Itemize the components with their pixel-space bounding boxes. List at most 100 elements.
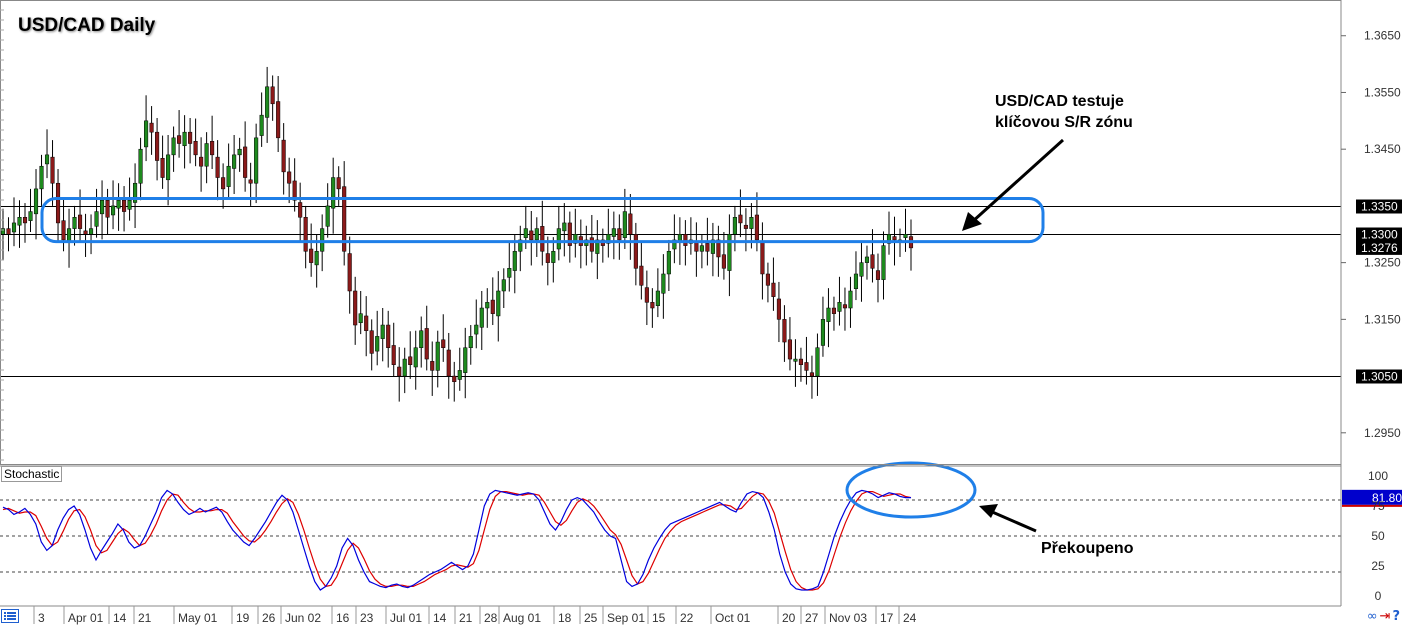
candle-body <box>347 253 352 292</box>
candle-body <box>798 358 803 365</box>
candle-body <box>413 347 418 368</box>
candle-body <box>859 262 864 277</box>
time-tick-label: 23 <box>360 611 374 625</box>
candle-body <box>639 265 644 286</box>
candle-body <box>793 358 798 362</box>
candle-body <box>787 339 792 360</box>
candle-body <box>243 146 248 178</box>
time-tick-label: 14 <box>113 611 127 625</box>
time-tick-label: Aug 01 <box>503 611 541 625</box>
candle-body <box>452 375 457 383</box>
candle-body <box>160 158 165 178</box>
candle-body <box>408 356 413 365</box>
bottom-right-icons: ∞ ⇥? <box>1365 609 1400 624</box>
candle-body <box>650 302 655 309</box>
candle-body <box>699 245 704 252</box>
candle-body <box>72 217 77 229</box>
time-tick-label: 26 <box>262 611 276 625</box>
price-tick-label: 1.3550 <box>1364 85 1401 99</box>
candle-body <box>77 214 83 229</box>
candle-body <box>633 234 638 269</box>
candle-body <box>721 254 726 269</box>
help-question-icon[interactable]: ? <box>1392 609 1400 624</box>
candle-body <box>138 148 143 184</box>
candle-body <box>771 282 776 297</box>
candle-body <box>545 253 550 263</box>
candle-body <box>309 248 314 263</box>
time-tick-label: Jun 02 <box>285 611 321 625</box>
candle-body <box>193 140 198 156</box>
candle-body <box>826 307 831 322</box>
candle-body <box>122 199 127 212</box>
time-tick-label: 15 <box>652 611 666 625</box>
candle-body <box>875 270 881 280</box>
chart: 1.33501.33001.30501.3276 81.80 1.36501.3… <box>0 0 1402 625</box>
candle-body <box>782 319 787 343</box>
back-arrow-icon[interactable]: ⇥ <box>1380 609 1391 624</box>
candle-body <box>424 328 429 360</box>
candle-body <box>809 372 814 377</box>
candle-body <box>815 347 820 377</box>
menu-list-icon[interactable] <box>1 609 19 623</box>
time-tick-label: 3 <box>38 611 45 625</box>
candle-body <box>848 290 853 309</box>
candle-body <box>551 251 556 263</box>
candle-body <box>749 217 754 229</box>
candle-body <box>0 228 6 235</box>
candle-body <box>358 313 363 324</box>
overbought-annotation: Překoupeno <box>1041 540 1134 557</box>
candle-body <box>270 86 275 105</box>
stoch-tick-label: 25 <box>1371 559 1385 573</box>
candle-body <box>182 131 187 147</box>
candle-body <box>776 298 781 320</box>
candle-body <box>17 217 22 226</box>
candle-body <box>402 358 407 377</box>
candle-body <box>705 243 710 252</box>
candle-body <box>149 122 154 133</box>
candle-body <box>386 324 391 348</box>
zone-annotation-line2: klíčovou S/R zónu <box>995 114 1133 131</box>
candle-body <box>683 234 688 246</box>
overbought-ellipse <box>845 461 977 519</box>
candle-body <box>611 228 616 237</box>
candle-body <box>446 349 451 377</box>
stoch-tick-label: 100 <box>1368 469 1388 483</box>
annotation-shapes <box>40 138 1065 533</box>
candle-body <box>881 245 886 280</box>
candle-body <box>105 199 110 218</box>
time-tick-label: Sep 01 <box>607 611 645 625</box>
candle-body <box>259 114 264 136</box>
price-tick-label: 1.2950 <box>1364 426 1401 440</box>
link-icon[interactable]: ∞ <box>1367 609 1378 624</box>
candle-body <box>529 230 534 241</box>
candle-body <box>496 290 501 317</box>
price-tick-label: 1.3650 <box>1364 29 1401 43</box>
time-tick-label: 24 <box>903 611 917 625</box>
time-tick-label: 14 <box>433 611 447 625</box>
candle-body <box>336 177 341 190</box>
stoch-tick-label: 0 <box>1375 589 1382 603</box>
price-tick-label: 1.3450 <box>1364 142 1401 156</box>
candle-body <box>215 156 220 178</box>
candle-body <box>666 251 671 275</box>
candle-body <box>232 154 237 169</box>
time-tick-label: 21 <box>459 611 473 625</box>
candle-body <box>6 228 11 235</box>
stoch-d-line <box>2 491 912 591</box>
zone-annotation-line1: USD/CAD testuje <box>995 93 1124 110</box>
candle-body <box>155 131 160 161</box>
candle-body <box>88 228 94 235</box>
candle-body <box>204 143 209 167</box>
candle-body <box>870 254 875 269</box>
sr-price-tag-label: 1.3050 <box>1361 370 1398 384</box>
candle-body <box>61 220 66 241</box>
candle-body <box>864 256 870 263</box>
candle-body <box>177 135 182 144</box>
time-tick-label: Oct 01 <box>715 611 751 625</box>
candle-body <box>523 228 528 238</box>
candle-body <box>50 156 55 184</box>
time-tick-label: 17 <box>880 611 894 625</box>
candle-body <box>265 86 270 118</box>
time-tick-label: May 01 <box>178 611 218 625</box>
candle-body <box>364 315 369 331</box>
